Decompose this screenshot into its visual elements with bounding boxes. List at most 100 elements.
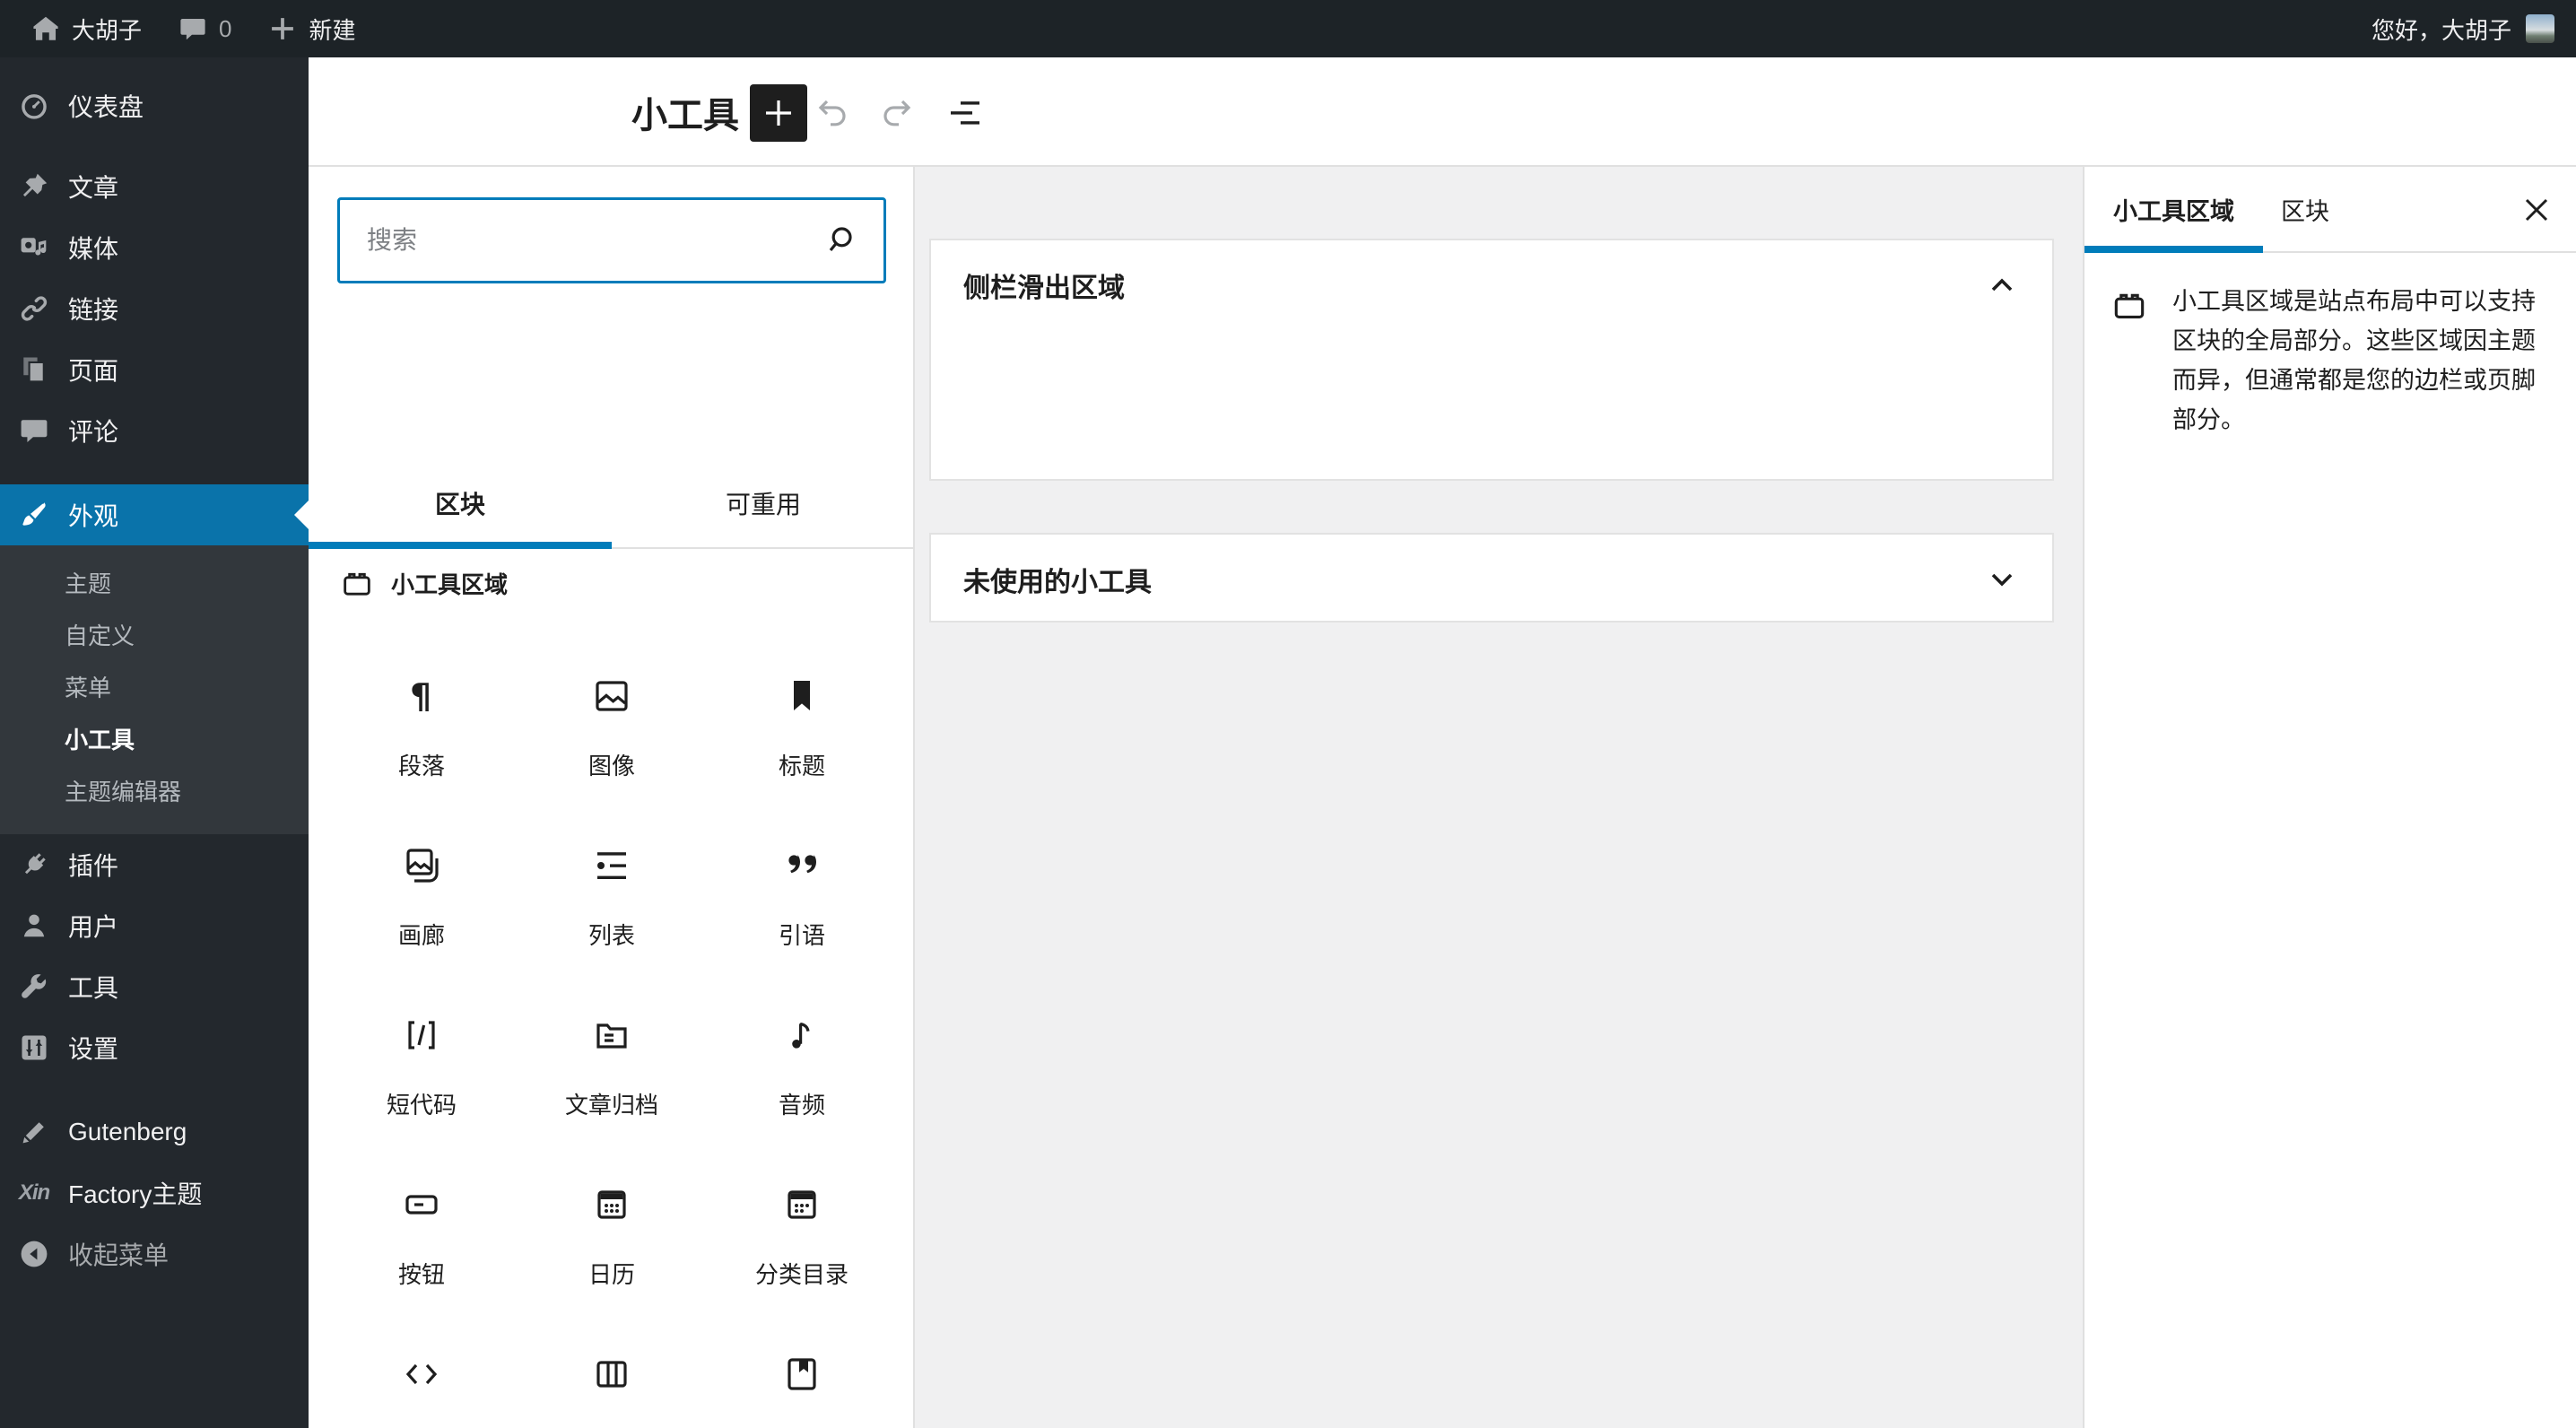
- code-brackets-icon: [400, 1353, 443, 1396]
- submenu-item-theme-editor[interactable]: 主题编辑器: [0, 766, 309, 818]
- widget-area-card: 小工具区域是站点布局中可以支持区块的全局部分。这些区域因主题而异，但通常都是您的…: [2084, 253, 2576, 468]
- block-type-button[interactable]: 按钮: [326, 1183, 517, 1353]
- sidebar-item-appearance[interactable]: 外观: [0, 484, 309, 545]
- sidebar-item-label: 用户: [68, 913, 119, 941]
- button-icon: [400, 1183, 443, 1226]
- block-type-gallery[interactable]: 画廊: [326, 844, 517, 1014]
- settings-tabs: 小工具区域 区块: [2084, 167, 2576, 253]
- submenu-item-menus[interactable]: 菜单: [0, 662, 309, 714]
- sidebar-item-label: 外观: [68, 502, 119, 530]
- block-type-audio[interactable]: 音频: [707, 1014, 897, 1183]
- site-name: 大胡子: [72, 16, 143, 44]
- block-type-paragraph[interactable]: ¶ 段落: [326, 675, 517, 844]
- block-label: 引语: [778, 922, 825, 949]
- gallery-icon: [400, 844, 443, 887]
- block-label: 画廊: [397, 922, 445, 949]
- plus-icon: [757, 91, 800, 135]
- block-label: 日历: [587, 1261, 635, 1288]
- sidebar-item-factory-theme[interactable]: Xin Factory主题: [0, 1162, 309, 1223]
- block-type-columns[interactable]: 栏目: [517, 1353, 707, 1428]
- tab-block[interactable]: 区块: [2263, 167, 2347, 251]
- block-grid: ¶ 段落 图像 标题 画廊 列表 引语 短代码 文章归档 音频 按钮 日历 分类…: [316, 675, 908, 1428]
- block-type-image[interactable]: 图像: [517, 675, 707, 844]
- sidebar-item-plugins[interactable]: 插件: [0, 834, 309, 895]
- bookmark-icon: [780, 675, 823, 718]
- avatar[interactable]: [2526, 14, 2554, 43]
- new-label: 新建: [309, 16, 356, 44]
- user-greeting[interactable]: 您好，大胡子: [2371, 13, 2511, 46]
- sidebar-item-dashboard[interactable]: 仪表盘: [0, 75, 309, 136]
- chain-link-icon: [18, 292, 50, 325]
- comments-menu-item[interactable]: 0: [165, 0, 244, 57]
- block-type-shortcode[interactable]: 短代码: [326, 1014, 517, 1183]
- block-label: 列表: [587, 922, 635, 949]
- inserter-tabs: 区块 可重用: [309, 459, 913, 549]
- sidebar-item-label: 文章: [68, 174, 119, 202]
- paragraph-icon: ¶: [400, 675, 443, 718]
- sidebar-item-links[interactable]: 链接: [0, 278, 309, 339]
- block-type-code[interactable]: 代码: [326, 1353, 517, 1428]
- redo-button[interactable]: [875, 91, 918, 135]
- panel-header[interactable]: 未使用的小工具: [931, 535, 2052, 624]
- collapse-menu-label: 收起菜单: [68, 1241, 170, 1269]
- panel-header[interactable]: 侧栏滑出区域: [931, 240, 2052, 330]
- sidebar-item-settings[interactable]: 设置: [0, 1017, 309, 1078]
- block-type-list[interactable]: 列表: [517, 844, 707, 1014]
- submenu-item-themes[interactable]: 主题: [0, 558, 309, 610]
- block-label: 音频: [778, 1092, 825, 1119]
- sidebar-item-pages[interactable]: 页面: [0, 339, 309, 400]
- sidebar-item-tools[interactable]: 工具: [0, 956, 309, 1017]
- sidebar-item-media[interactable]: 媒体: [0, 217, 309, 278]
- sidebar-item-label: 媒体: [68, 235, 119, 263]
- block-type-archives[interactable]: 文章归档: [517, 1014, 707, 1183]
- sidebar-item-gutenberg[interactable]: Gutenberg: [0, 1101, 309, 1162]
- svg-text:¶: ¶: [410, 676, 431, 716]
- appearance-submenu: 主题 自定义 菜单 小工具 主题编辑器: [0, 545, 309, 834]
- sidebar-item-label: 仪表盘: [68, 93, 144, 121]
- undo-button[interactable]: [811, 91, 854, 135]
- tab-blocks[interactable]: 区块: [309, 459, 612, 549]
- pencil-icon: [18, 1116, 50, 1148]
- block-type-quote[interactable]: 引语: [707, 844, 897, 1014]
- submenu-item-customize[interactable]: 自定义: [0, 610, 309, 662]
- menu-separator: [0, 1078, 309, 1101]
- user-icon: [18, 910, 50, 942]
- site-menu-item[interactable]: 大胡子: [18, 0, 154, 57]
- comments-count: 0: [219, 14, 232, 42]
- chevron-down-icon[interactable]: [1980, 558, 2023, 601]
- block-type-calendar[interactable]: 日历: [517, 1183, 707, 1353]
- music-note-icon: [780, 1014, 823, 1057]
- quote-icon: [780, 844, 823, 887]
- active-menu-arrow: [280, 501, 309, 529]
- new-content-menu-item[interactable]: 新建: [255, 0, 368, 57]
- submenu-item-widgets[interactable]: 小工具: [0, 714, 309, 766]
- section-title: 小工具区域: [391, 570, 509, 598]
- collapse-menu-button[interactable]: 收起菜单: [0, 1223, 309, 1284]
- widget-area-panel-sidebar-slideout: 侧栏滑出区域: [929, 239, 2054, 481]
- admin-top-bar: 大胡子 0 新建 您好，大胡子: [0, 0, 2576, 57]
- sidebar-item-label: 页面: [68, 357, 119, 385]
- tab-widget-area[interactable]: 小工具区域: [2084, 167, 2263, 253]
- widgets-canvas: 侧栏滑出区域 未使用的小工具: [915, 167, 2083, 1428]
- block-type-cover[interactable]: 封面: [707, 1353, 897, 1428]
- sidebar-item-label: 插件: [68, 852, 119, 880]
- cover-icon: [780, 1353, 823, 1396]
- sidebar-item-posts[interactable]: 文章: [0, 156, 309, 217]
- block-type-categories[interactable]: 分类目录: [707, 1183, 897, 1353]
- image-icon: [590, 675, 633, 718]
- sidebar-item-users[interactable]: 用户: [0, 895, 309, 956]
- chevron-up-icon[interactable]: [1980, 264, 2023, 307]
- sidebar-item-label: 工具: [68, 974, 119, 1002]
- list-view-button[interactable]: [944, 91, 987, 135]
- close-icon[interactable]: [2515, 188, 2558, 231]
- search-input[interactable]: [340, 226, 819, 255]
- plus-icon: [267, 13, 298, 44]
- pushpin-icon: [18, 170, 50, 203]
- tab-reusable[interactable]: 可重用: [612, 459, 913, 547]
- block-type-heading[interactable]: 标题: [707, 675, 897, 844]
- sidebar-item-comments[interactable]: 评论: [0, 400, 309, 461]
- calendar-icon: [590, 1183, 633, 1226]
- toggle-block-inserter-button[interactable]: [750, 84, 807, 142]
- widget-area-section-header: 小工具区域: [339, 565, 508, 601]
- xin-logo-icon: Xin: [18, 1180, 50, 1205]
